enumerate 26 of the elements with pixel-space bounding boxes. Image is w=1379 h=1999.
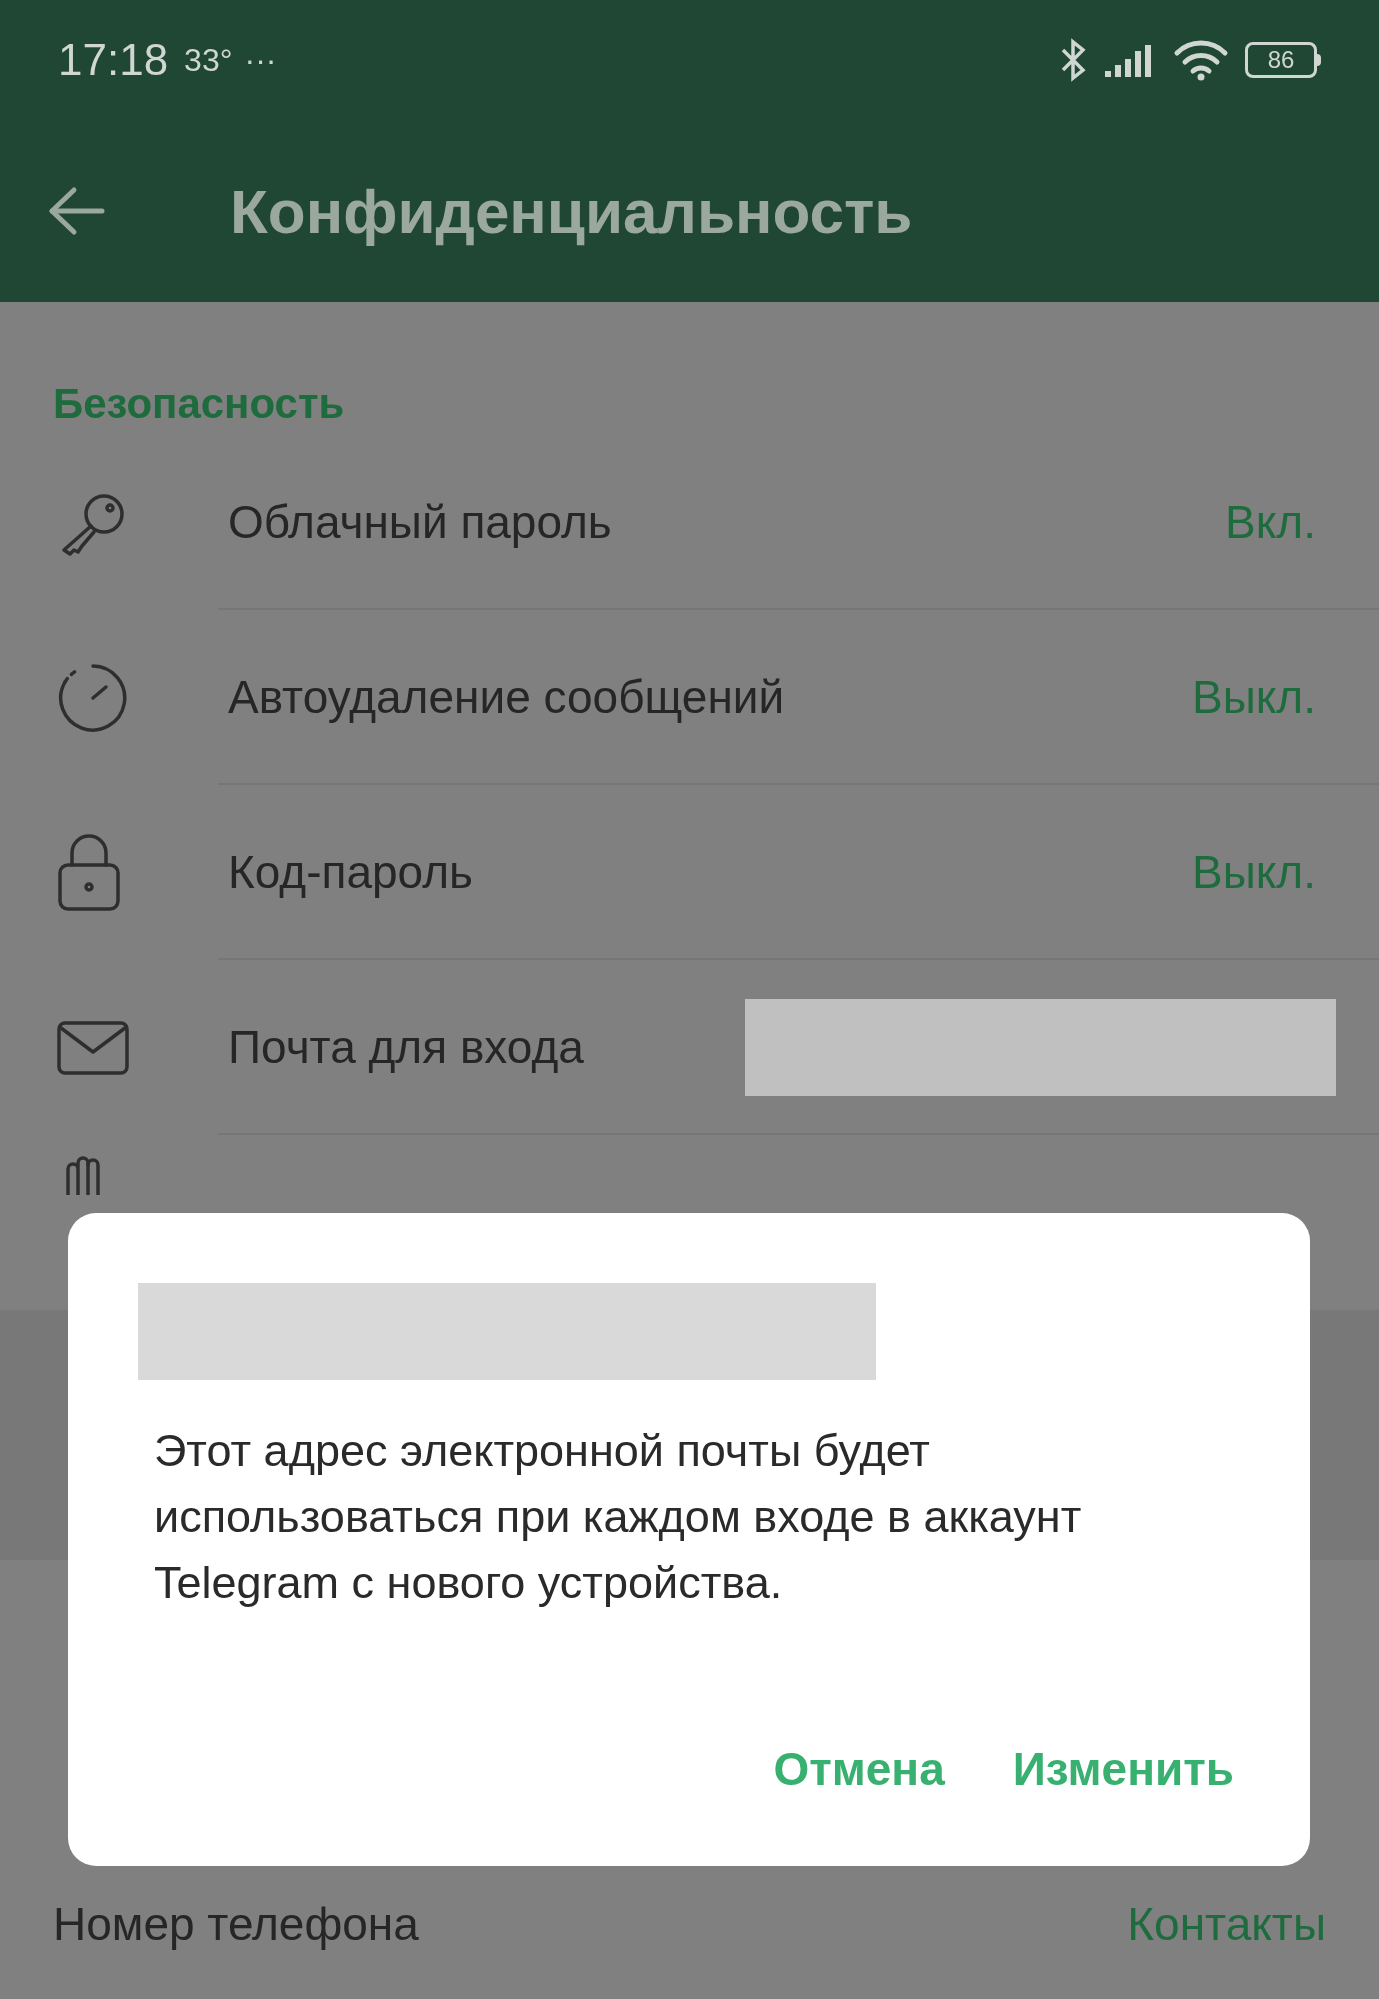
dialog-button[interactable]: Изменить [1008,1735,1238,1804]
phone-number-label[interactable]: Номер телефона [53,1890,419,1959]
row-value: Вкл. [1225,495,1316,550]
battery-indicator: 86 [1245,42,1321,78]
dialog-button[interactable]: Отмена [769,1735,949,1804]
wifi-icon [1173,39,1229,81]
status-temperature: 33° [184,41,233,80]
row-label: Код-пароль [228,845,473,900]
status-time: 17:18 [58,34,169,86]
bluetooth-icon [1059,38,1087,82]
row-label: Почта для входа [228,1020,584,1075]
row-value: Выкл. [1192,670,1316,725]
screen-title: Конфиденциальность [230,175,913,248]
settings-row[interactable]: Автоудаление сообщений Выкл. [0,610,1379,785]
settings-row[interactable]: Код-пароль Выкл. [0,785,1379,960]
settings-row[interactable]: Почта для входа [0,960,1379,1135]
row-label: Облачный пароль [228,495,612,550]
settings-row[interactable]: Облачный пароль Вкл. [0,435,1379,610]
back-icon[interactable] [48,186,106,236]
row-label: Автоудаление сообщений [228,670,785,725]
dialog-message: Этот адрес электронной почты будет использоваться при каждом входе в аккаунт Telegram с нового устройства. [153,1424,1083,1610]
row-value: Выкл. [1192,845,1316,900]
section-title: Безопасность [52,379,346,429]
status-more: ··· [244,41,277,80]
mail-icon [56,1019,130,1076]
lock-icon [56,832,122,913]
